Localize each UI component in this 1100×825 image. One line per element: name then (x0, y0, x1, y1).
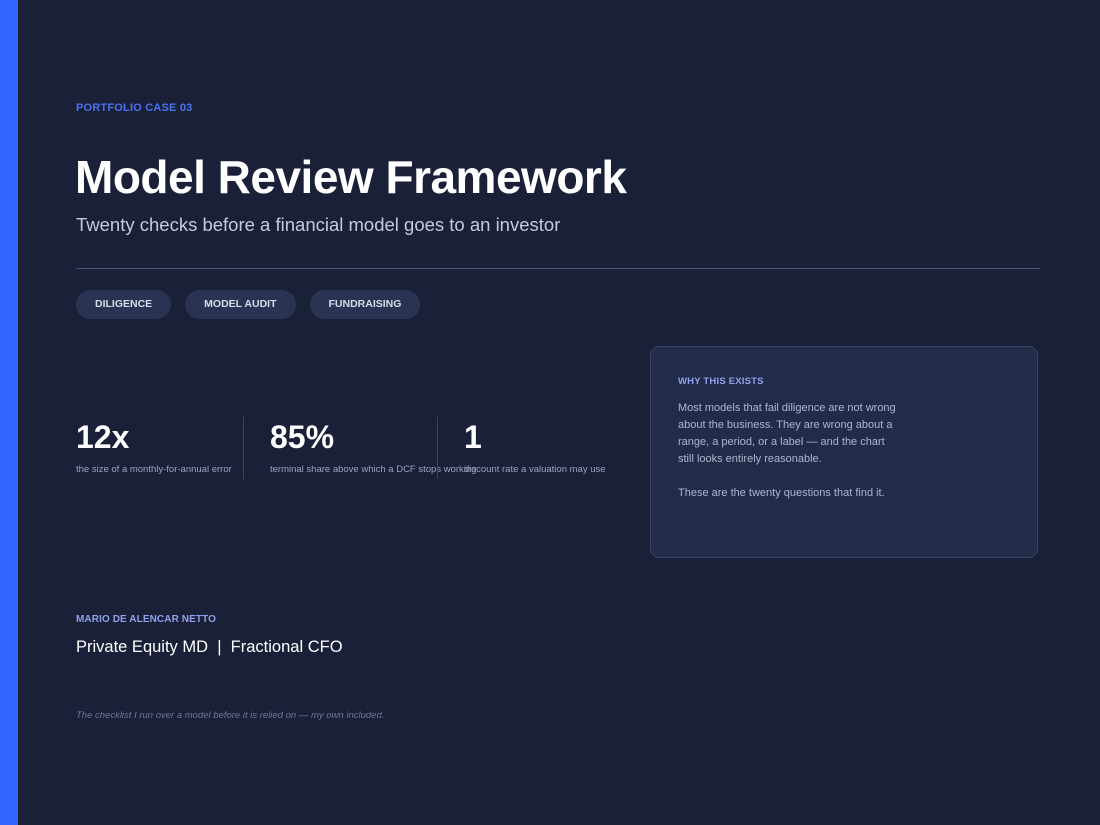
tag-fundraising: FUNDRAISING (309, 290, 421, 319)
stat-value: 85% (270, 419, 335, 455)
author-name: MARIO DE ALENCAR NETTO (76, 614, 216, 625)
page-title: Model Review Framework (75, 151, 627, 203)
slide: PORTFOLIO CASE 03 Model Review Framework… (0, 0, 1100, 825)
accent-bar (0, 0, 18, 825)
stat-label: terminal share above which a DCF stops w… (270, 464, 477, 475)
footnote: The checklist I run over a model before … (76, 710, 385, 721)
tag-list: DILIGENCE MODEL AUDIT FUNDRAISING (76, 290, 421, 319)
stat-label: the size of a monthly-for-annual error (76, 464, 232, 475)
stat-block: 85% terminal share above which a DCF sto… (243, 417, 477, 479)
tag-model-audit: MODEL AUDIT (185, 290, 296, 319)
stat-value: 12x (76, 419, 130, 455)
stat-value: 1 (464, 419, 482, 455)
case-eyebrow: PORTFOLIO CASE 03 (76, 102, 193, 114)
why-card: WHY THIS EXISTS Most models that fail di… (650, 346, 1038, 558)
card-paragraph: These are the twenty questions that find… (678, 487, 885, 499)
card-paragraph: Most models that fail diligence are not … (678, 402, 896, 465)
page-subtitle: Twenty checks before a financial model g… (76, 214, 561, 235)
stat-label: discount rate a valuation may use (464, 464, 606, 475)
author-role: Private Equity MD | Fractional CFO (76, 638, 343, 656)
stats-row: 12x the size of a monthly-for-annual err… (76, 417, 634, 479)
divider (76, 268, 1040, 269)
card-eyebrow: WHY THIS EXISTS (678, 376, 764, 387)
tag-diligence: DILIGENCE (76, 290, 172, 319)
stat-block: 1 discount rate a valuation may use (437, 417, 634, 479)
stat-block: 12x the size of a monthly-for-annual err… (76, 417, 243, 479)
